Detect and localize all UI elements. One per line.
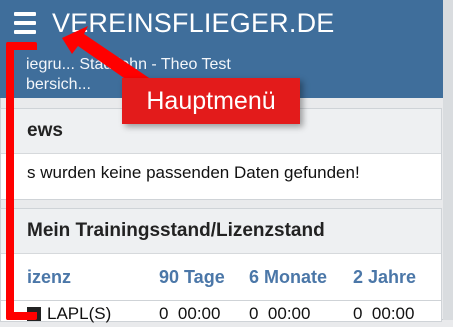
cell-2-years: 0 00:00 bbox=[353, 304, 433, 324]
column-90-days: 90 Tage bbox=[159, 266, 225, 287]
license-table-header: izenz 90 Tage 6 Monate 2 Jahre bbox=[1, 254, 441, 300]
time-2-years: 00:00 bbox=[371, 304, 415, 323]
cell-90-days: 0 00:00 bbox=[159, 304, 249, 324]
hamburger-line bbox=[14, 12, 36, 16]
news-empty-message: s wurden keine passenden Daten gefunden! bbox=[27, 163, 360, 182]
license-name: LAPL(S) bbox=[47, 304, 112, 323]
hamburger-menu-icon[interactable] bbox=[14, 6, 48, 40]
column-2-years: 2 Jahre bbox=[353, 266, 417, 287]
table-row: LAPL(S) 0 00:00 0 00:00 0 00:00 bbox=[1, 300, 441, 327]
hamburger-line bbox=[14, 30, 36, 34]
training-panel-title: Mein Trainingsstand/Lizenzstand bbox=[1, 209, 441, 254]
training-panel: Mein Trainingsstand/Lizenzstand izenz 90… bbox=[0, 208, 442, 323]
hamburger-line bbox=[14, 21, 36, 25]
annotation-highlight-bar bbox=[6, 42, 37, 320]
column-6-months: 6 Monate bbox=[249, 266, 328, 287]
page-scrollbar[interactable] bbox=[443, 0, 453, 320]
cell-6-months: 0 00:00 bbox=[249, 304, 353, 324]
count-90-days: 0 bbox=[159, 304, 169, 323]
count-6-months: 0 bbox=[249, 304, 259, 323]
count-2-years: 0 bbox=[353, 304, 363, 323]
annotation-callout: Hauptmenü bbox=[122, 78, 300, 124]
time-90-days: 00:00 bbox=[177, 304, 221, 323]
time-6-months: 00:00 bbox=[267, 304, 311, 323]
